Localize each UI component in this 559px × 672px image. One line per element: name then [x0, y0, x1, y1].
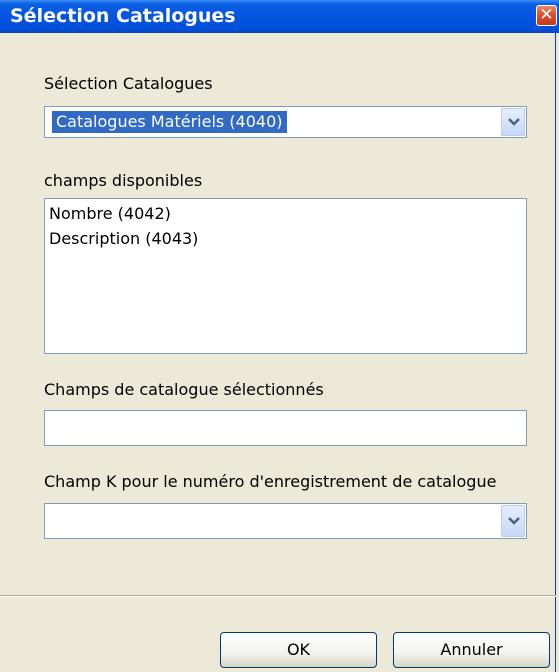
k-field-label: Champ K pour le numéro d'enregistrement …: [44, 472, 497, 491]
ok-button[interactable]: OK: [220, 632, 377, 668]
available-fields-list[interactable]: Nombre (4042) Description (4043): [44, 198, 527, 354]
catalogue-dropdown-button[interactable]: [501, 108, 525, 136]
chevron-down-icon: [508, 517, 520, 525]
catalogue-select-label: Sélection Catalogues: [44, 74, 213, 93]
catalogue-select[interactable]: Catalogues Matériels (4040): [44, 106, 527, 138]
cancel-button[interactable]: Annuler: [393, 632, 550, 668]
list-item[interactable]: Nombre (4042): [49, 204, 171, 223]
selected-fields-input[interactable]: [44, 410, 527, 446]
k-field-dropdown-button[interactable]: [501, 505, 525, 537]
chevron-down-icon: [508, 118, 520, 126]
close-button[interactable]: ✕: [536, 5, 557, 26]
available-fields-label: champs disponibles: [44, 171, 203, 190]
k-field-select[interactable]: [44, 503, 527, 539]
title-bar[interactable]: Sélection Catalogues ✕: [0, 0, 559, 33]
catalogue-select-value: Catalogues Matériels (4040): [52, 111, 287, 133]
separator: [0, 595, 556, 597]
window-title: Sélection Catalogues: [10, 5, 236, 27]
selected-fields-label: Champs de catalogue sélectionnés: [44, 380, 324, 399]
list-item[interactable]: Description (4043): [49, 229, 198, 248]
close-icon: ✕: [539, 5, 554, 25]
